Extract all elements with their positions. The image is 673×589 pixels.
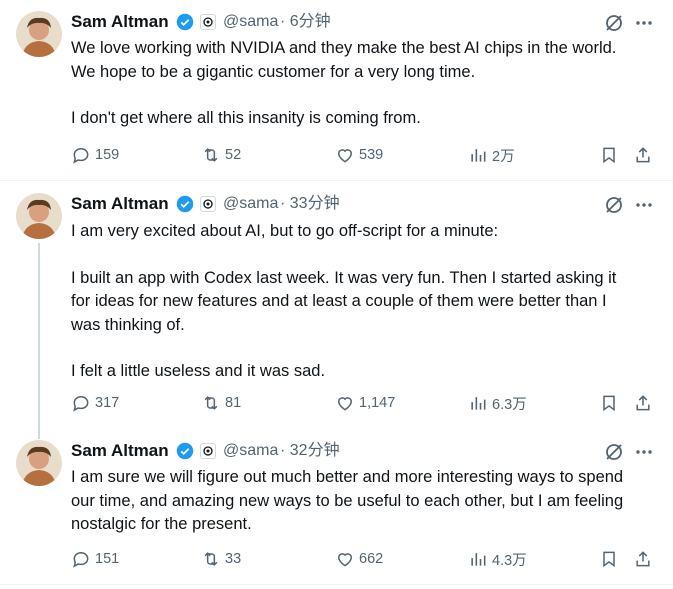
author-name[interactable]: Sam Altman [71,440,169,462]
thread-connector [38,243,40,439]
tweet-paragraph: We love working with NVIDIA and they mak… [71,39,617,81]
share-button[interactable] [633,392,657,414]
share-icon [636,147,650,163]
share-icon [636,551,650,567]
timestamp[interactable]: · 33分钟 [280,193,340,215]
view-count: 2万 [492,148,515,165]
reply-button[interactable]: 317 [71,392,119,414]
share-button[interactable] [633,144,657,166]
heart-icon [337,397,353,411]
tweet-text: I am sure we will figure out much better… [71,466,661,537]
avatar[interactable] [16,440,62,486]
more-options-icon[interactable] [634,195,654,215]
view-count: 4.3万 [492,552,527,569]
tweet-paragraph: I am very excited about AI, but to go of… [71,222,499,240]
verified-badge-icon [176,442,194,460]
reply-icon [73,551,89,568]
views-icon [471,553,486,566]
tweet-text: I am very excited about AI, but to go of… [71,220,661,384]
org-badge-icon [200,196,216,212]
avatar[interactable] [16,193,62,239]
heart-icon [337,553,353,567]
repost-button[interactable]: 52 [201,144,241,166]
tweet-paragraph: I built an app with Codex last week. It … [71,268,617,334]
views-icon [471,397,486,410]
author-name[interactable]: Sam Altman [71,11,169,33]
more-options-icon[interactable] [634,442,654,462]
like-count: 539 [359,147,384,163]
bookmark-button[interactable] [599,548,623,570]
tweet-actions: 159 52 539 2万 [71,144,661,166]
bookmark-icon [603,551,615,568]
views-icon [471,149,486,162]
bookmark-button[interactable] [599,392,623,414]
org-badge-icon [200,14,216,30]
tweet-actions: 317 81 1,147 6.3万 [71,392,661,414]
tweet-paragraph: I am sure we will figure out much better… [71,468,624,533]
like-button[interactable]: 539 [335,144,383,166]
author-handle[interactable]: @sama [223,440,278,462]
repost-button[interactable]: 81 [201,392,241,414]
repost-count: 33 [225,551,242,567]
org-badge-icon [200,443,216,459]
views-button[interactable]: 2万 [468,144,515,166]
view-count: 6.3万 [492,396,527,413]
timestamp[interactable]: · 32分钟 [280,440,340,462]
tweet-actions: 151 33 662 4.3万 [71,548,661,570]
tweet-text: We love working with NVIDIA and they mak… [71,37,661,131]
repost-count: 52 [225,147,242,163]
share-button[interactable] [633,548,657,570]
bookmark-icon [603,147,615,164]
heart-icon [337,149,353,163]
repost-icon [204,148,218,162]
like-button[interactable]: 662 [335,548,383,570]
repost-icon [204,552,218,566]
tweet-2[interactable]: Sam Altman @sama · 33分钟 I am very excite… [0,181,673,439]
avatar[interactable] [16,11,62,57]
author-handle[interactable]: @sama [223,11,278,33]
repost-icon [204,396,218,410]
reply-count: 151 [95,551,120,567]
bookmark-icon [603,395,615,412]
reply-count: 159 [95,147,120,163]
author-handle[interactable]: @sama [223,193,278,215]
reply-count: 317 [95,395,120,411]
reply-button[interactable]: 151 [71,548,119,570]
repost-button[interactable]: 33 [201,548,241,570]
timestamp[interactable]: · 6分钟 [280,11,331,33]
tweet-divider [0,584,673,585]
share-icon [636,395,650,411]
views-button[interactable]: 6.3万 [468,392,527,414]
verified-badge-icon [176,195,194,213]
views-button[interactable]: 4.3万 [468,548,527,570]
reply-icon [73,395,89,412]
tweet-paragraph: I felt a little useless and it was sad. [71,362,326,380]
grok-icon[interactable] [604,13,624,33]
bookmark-button[interactable] [599,144,623,166]
like-count: 1,147 [359,395,396,411]
repost-count: 81 [225,395,242,411]
tweet-1[interactable]: Sam Altman @sama · 6分钟 We love working w… [0,0,673,180]
tweet-paragraph: I don't get where all this insanity is c… [71,109,421,127]
reply-icon [73,147,89,164]
more-options-icon[interactable] [634,13,654,33]
grok-icon[interactable] [604,442,624,462]
tweet-3[interactable]: Sam Altman @sama · 32分钟 I am sure we wil… [0,431,673,589]
verified-badge-icon [176,13,194,31]
grok-icon[interactable] [604,195,624,215]
reply-button[interactable]: 159 [71,144,119,166]
like-count: 662 [359,551,384,567]
author-name[interactable]: Sam Altman [71,193,169,215]
like-button[interactable]: 1,147 [335,392,395,414]
